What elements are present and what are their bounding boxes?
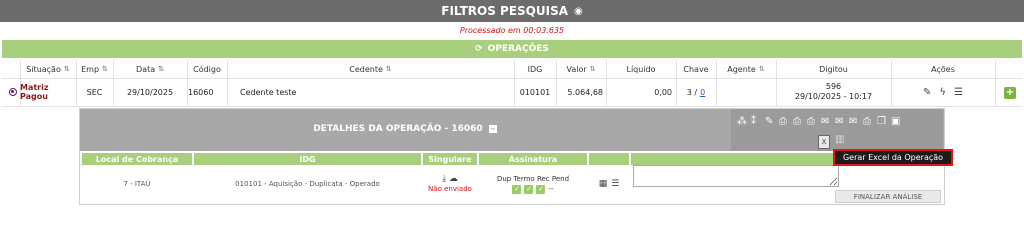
calculator-icon[interactable]: ▦ xyxy=(599,179,608,189)
filters-title: FILTROS PESQUISA xyxy=(441,4,568,18)
cell-grid-icons: ▦ ☰ xyxy=(589,167,629,201)
sort-icon[interactable]: ⇅ xyxy=(102,65,108,73)
operations-title: OPERAÇÕES xyxy=(487,44,549,54)
cell-digitou: 596 29/10/2025 - 10:17 xyxy=(794,82,873,101)
envelope-icon[interactable]: ✉ xyxy=(849,117,857,127)
check-icon[interactable]: ✓ xyxy=(512,185,522,194)
tooltip: Gerar Excel da Operação xyxy=(833,149,953,166)
col-idg: IDG xyxy=(527,64,543,74)
details-header: DETALHES DA OPERAÇÃO - 16060 − ⁂ ⁑ ✎ ⎙ ⎙… xyxy=(80,109,944,151)
details-toolbar: ⁂ ⁑ ✎ ⎙ ⎙ ⎙ ✉ ✉ ✉ ⎙ ❐ ▣ ▥ xyxy=(731,109,943,151)
print-icon[interactable]: ⎙ xyxy=(807,117,815,127)
envelope-icon[interactable]: ✉ xyxy=(835,117,843,127)
cell-chave: 3 / 0 xyxy=(686,87,706,97)
details-title: DETALHES DA OPERAÇÃO - 16060 − xyxy=(313,124,497,134)
print-icon[interactable]: ⎙ xyxy=(779,117,787,127)
sort-icon[interactable]: ⇅ xyxy=(759,65,765,73)
col-emp[interactable]: Emp ⇅ xyxy=(76,60,113,78)
cell-emp: SEC xyxy=(86,87,103,97)
col-blank xyxy=(589,153,629,165)
finalize-analysis-button[interactable]: FINALIZAR ANÁLISE xyxy=(835,190,941,203)
cell-idg: 010101 xyxy=(519,87,551,97)
image-icon[interactable]: ▣ xyxy=(891,117,900,127)
collapse-icon[interactable]: − xyxy=(488,125,497,133)
col-digitou: Digitou xyxy=(819,64,848,74)
divider xyxy=(227,60,228,106)
filters-header[interactable]: FILTROS PESQUISA ◉ xyxy=(0,0,1024,22)
details-panel: DETALHES DA OPERAÇÃO - 16060 − ⁂ ⁑ ✎ ⎙ ⎙… xyxy=(79,108,953,205)
chave-link[interactable]: 0 xyxy=(700,88,705,97)
sort-icon[interactable]: ⇅ xyxy=(64,65,70,73)
col-situacao[interactable]: Situação ⇅ xyxy=(20,60,76,78)
sort-icon[interactable]: ⇅ xyxy=(590,65,596,73)
col-agente[interactable]: Agente ⇅ xyxy=(716,60,776,78)
col-singulare: Singulare xyxy=(423,153,477,165)
expand-details-button[interactable]: + xyxy=(1004,87,1016,99)
eye-slash-icon[interactable]: ◉ xyxy=(574,6,583,17)
edit-icon[interactable]: ✎ xyxy=(923,87,931,98)
row-select-radio[interactable] xyxy=(7,80,19,104)
download-icon[interactable]: ⤓ xyxy=(442,174,446,184)
col-cedente[interactable]: Cedente ⇅ xyxy=(227,60,514,78)
cell-valor: 5.064,68 xyxy=(567,87,603,97)
excel-export-icon[interactable]: X xyxy=(818,135,830,149)
sort-icon[interactable]: ⇅ xyxy=(158,65,164,73)
col-liquido: Líquido xyxy=(626,64,656,74)
cell-acoes: ✎ ϟ ☰ xyxy=(891,80,995,104)
lightning-icon[interactable]: ϟ xyxy=(939,87,946,98)
operations-bar: ⟳ OPERAÇÕES xyxy=(2,40,1022,58)
cloud-upload-icon[interactable]: ☁ xyxy=(449,174,458,184)
envelope-icon[interactable]: ✉ xyxy=(821,117,829,127)
col-chave: Chave xyxy=(683,64,709,74)
cell-local: 7 - ITAÚ xyxy=(123,180,151,188)
cell-liquido: 0,00 xyxy=(654,87,672,97)
cell-situacao: Matriz Pagou xyxy=(20,83,49,101)
col-idg-detail: IDG xyxy=(194,153,421,165)
list-icon[interactable]: ☰ xyxy=(611,179,619,189)
divider xyxy=(2,78,1022,79)
check-icon[interactable]: ✓ xyxy=(536,185,546,194)
cell-assinatura: Dup Termo Rec Pend ✓ ✓ ✓ -- xyxy=(496,175,570,194)
cell-codigo: 16060 xyxy=(188,87,214,97)
print-icon[interactable]: ⎙ xyxy=(793,117,801,127)
barcode-icon[interactable]: ▥ xyxy=(835,135,844,145)
cell-data: 29/10/2025 xyxy=(126,87,174,97)
col-codigo: Código xyxy=(193,64,221,74)
col-assinatura: Assinatura xyxy=(479,153,587,165)
list-icon[interactable]: ☰ xyxy=(954,87,963,98)
cell-singulare: ⤓ ☁ Não enviado xyxy=(428,174,472,193)
divider xyxy=(2,106,1022,107)
col-valor[interactable]: Valor ⇅ xyxy=(556,60,606,78)
sort-icon[interactable]: ⇅ xyxy=(386,65,392,73)
print-icon[interactable]: ⎙ xyxy=(863,117,871,127)
network-icon[interactable]: ⁂ xyxy=(737,117,747,127)
pencil-icon[interactable]: ✎ xyxy=(765,117,773,127)
cell-cedente: Cedente teste xyxy=(240,87,297,97)
divider xyxy=(995,60,996,106)
divider xyxy=(716,60,717,106)
copy-icon[interactable]: ❐ xyxy=(877,117,886,127)
analysis-notes-input[interactable] xyxy=(633,165,839,187)
col-acoes: Ações xyxy=(931,64,955,74)
tree-icon[interactable]: ⁑ xyxy=(751,117,756,127)
refresh-icon[interactable]: ⟳ xyxy=(475,44,483,54)
processed-time: Processado em 00:03.635 xyxy=(459,26,565,35)
col-data[interactable]: Data ⇅ xyxy=(113,60,187,78)
check-icon[interactable]: ✓ xyxy=(524,185,534,194)
cell-idg-detail: 010101 - Aquisição - Duplicata - Operado xyxy=(235,180,380,188)
col-local-cobranca: Local de Cobrança xyxy=(82,153,192,165)
